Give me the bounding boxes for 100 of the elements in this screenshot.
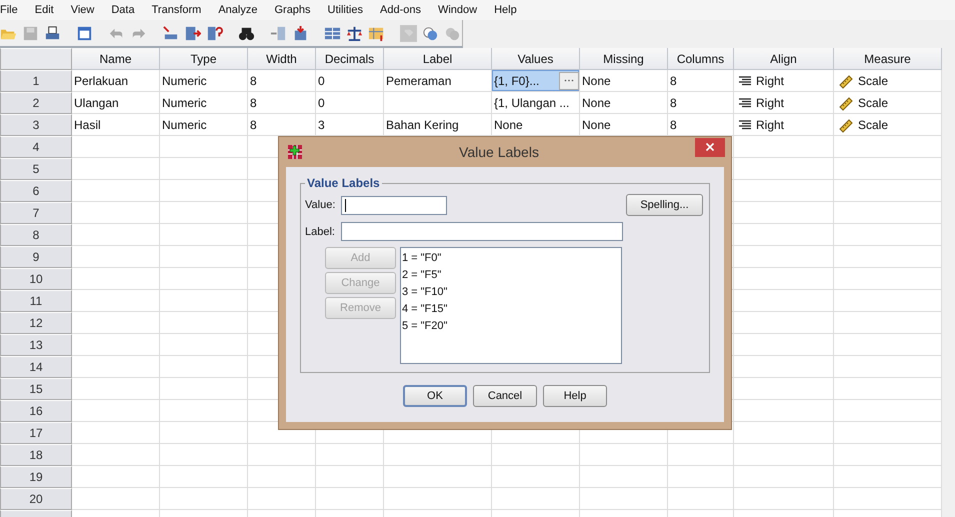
table-cell[interactable]: 8 bbox=[248, 92, 316, 114]
table-cell[interactable]: None bbox=[580, 114, 668, 136]
table-cell[interactable] bbox=[72, 246, 160, 268]
table-cell[interactable] bbox=[580, 444, 668, 466]
table-cell[interactable] bbox=[834, 400, 942, 422]
table-cell[interactable]: None bbox=[580, 92, 668, 114]
column-header[interactable]: Values bbox=[492, 48, 580, 70]
table-cell[interactable]: 0 bbox=[316, 92, 384, 114]
table-cell[interactable] bbox=[160, 224, 248, 246]
row-header[interactable]: 19 bbox=[0, 466, 72, 488]
list-item[interactable]: 4 = "F15" bbox=[401, 301, 621, 318]
menu-item[interactable]: Edit bbox=[34, 4, 54, 16]
row-header[interactable]: 16 bbox=[0, 400, 72, 422]
table-cell[interactable] bbox=[160, 444, 248, 466]
list-item[interactable]: 1 = "F0" bbox=[401, 250, 621, 267]
table-cell[interactable] bbox=[160, 466, 248, 488]
row-header[interactable]: 15 bbox=[0, 378, 72, 400]
table-cell[interactable] bbox=[72, 202, 160, 224]
table-cell[interactable] bbox=[316, 488, 384, 510]
row-header[interactable]: 11 bbox=[0, 290, 72, 312]
table-cell[interactable] bbox=[160, 488, 248, 510]
table-cell[interactable] bbox=[734, 356, 834, 378]
table-cell[interactable]: Right bbox=[734, 92, 834, 114]
table-cell[interactable] bbox=[834, 268, 942, 290]
table-cell[interactable] bbox=[834, 312, 942, 334]
toolbar-circles-icon[interactable] bbox=[422, 24, 439, 42]
table-cell[interactable] bbox=[72, 158, 160, 180]
table-cell[interactable] bbox=[384, 466, 492, 488]
menu-item[interactable]: Analyze bbox=[218, 4, 258, 16]
table-cell[interactable] bbox=[160, 378, 248, 400]
table-cell[interactable] bbox=[72, 180, 160, 202]
table-cell[interactable] bbox=[834, 202, 942, 224]
table-cell[interactable] bbox=[734, 158, 834, 180]
table-cell[interactable]: Perlakuan bbox=[72, 70, 160, 92]
menu-item[interactable]: Transform bbox=[152, 4, 202, 16]
toolbar-row-arrow-icon[interactable] bbox=[162, 24, 179, 42]
label-input-field[interactable] bbox=[341, 222, 623, 241]
table-cell[interactable] bbox=[580, 488, 668, 510]
menu-item[interactable]: Utilities bbox=[328, 4, 363, 16]
table-cell[interactable] bbox=[160, 158, 248, 180]
table-cell[interactable] bbox=[384, 92, 492, 114]
table-cell[interactable]: Scale bbox=[834, 92, 942, 114]
column-header[interactable]: Name bbox=[72, 48, 160, 70]
row-header[interactable]: 17 bbox=[0, 422, 72, 444]
table-cell[interactable] bbox=[834, 488, 942, 510]
table-cell[interactable] bbox=[72, 356, 160, 378]
table-cell[interactable]: 8 bbox=[248, 70, 316, 92]
column-header[interactable]: Columns bbox=[668, 48, 734, 70]
table-cell[interactable] bbox=[248, 444, 316, 466]
menu-item[interactable]: File bbox=[0, 4, 18, 16]
table-cell[interactable]: {1, F0}... bbox=[492, 70, 580, 92]
table-cell[interactable]: Numeric bbox=[160, 114, 248, 136]
value-input-field[interactable] bbox=[341, 196, 447, 214]
table-cell[interactable]: None bbox=[580, 70, 668, 92]
table-cell[interactable] bbox=[72, 400, 160, 422]
table-cell[interactable]: 8 bbox=[668, 70, 734, 92]
table-cell[interactable] bbox=[72, 334, 160, 356]
table-cell[interactable] bbox=[834, 466, 942, 488]
table-cell[interactable] bbox=[734, 246, 834, 268]
table-cell[interactable] bbox=[160, 422, 248, 444]
table-cell[interactable] bbox=[72, 312, 160, 334]
table-cell[interactable]: Scale bbox=[834, 70, 942, 92]
table-cell[interactable] bbox=[160, 334, 248, 356]
table-cell[interactable] bbox=[492, 466, 580, 488]
table-cell[interactable]: 3 bbox=[316, 114, 384, 136]
header-corner[interactable] bbox=[0, 48, 72, 70]
table-cell[interactable] bbox=[72, 136, 160, 158]
table-cell[interactable] bbox=[72, 290, 160, 312]
table-cell[interactable] bbox=[248, 488, 316, 510]
table-cell[interactable] bbox=[160, 400, 248, 422]
ellipsis-button[interactable] bbox=[559, 72, 579, 90]
table-cell[interactable] bbox=[734, 224, 834, 246]
table-cell[interactable] bbox=[734, 202, 834, 224]
row-header[interactable]: 14 bbox=[0, 356, 72, 378]
table-cell[interactable] bbox=[72, 488, 160, 510]
table-cell[interactable]: Numeric bbox=[160, 70, 248, 92]
table-cell[interactable] bbox=[72, 422, 160, 444]
table-cell[interactable] bbox=[834, 422, 942, 444]
list-item[interactable]: 2 = "F5" bbox=[401, 267, 621, 284]
table-cell[interactable] bbox=[734, 466, 834, 488]
table-cell[interactable]: Hasil bbox=[72, 114, 160, 136]
column-header[interactable]: Label bbox=[384, 48, 492, 70]
toolbar-insert-column-icon[interactable] bbox=[292, 24, 309, 42]
table-cell[interactable]: Right bbox=[734, 70, 834, 92]
menu-item[interactable]: View bbox=[70, 4, 94, 16]
table-cell[interactable] bbox=[316, 466, 384, 488]
table-cell[interactable] bbox=[734, 290, 834, 312]
table-cell[interactable] bbox=[384, 444, 492, 466]
table-cell[interactable] bbox=[668, 466, 734, 488]
table-cell[interactable] bbox=[160, 312, 248, 334]
row-header[interactable]: 5 bbox=[0, 158, 72, 180]
table-cell[interactable] bbox=[834, 158, 942, 180]
row-header[interactable]: 12 bbox=[0, 312, 72, 334]
row-header[interactable]: 3 bbox=[0, 114, 72, 136]
toolbar-window-icon[interactable] bbox=[76, 24, 93, 42]
column-header[interactable]: Width bbox=[248, 48, 316, 70]
menu-item[interactable]: Add-ons bbox=[380, 4, 421, 16]
row-header[interactable]: 7 bbox=[0, 202, 72, 224]
list-item[interactable]: 3 = "F10" bbox=[401, 284, 621, 301]
table-cell[interactable] bbox=[734, 268, 834, 290]
